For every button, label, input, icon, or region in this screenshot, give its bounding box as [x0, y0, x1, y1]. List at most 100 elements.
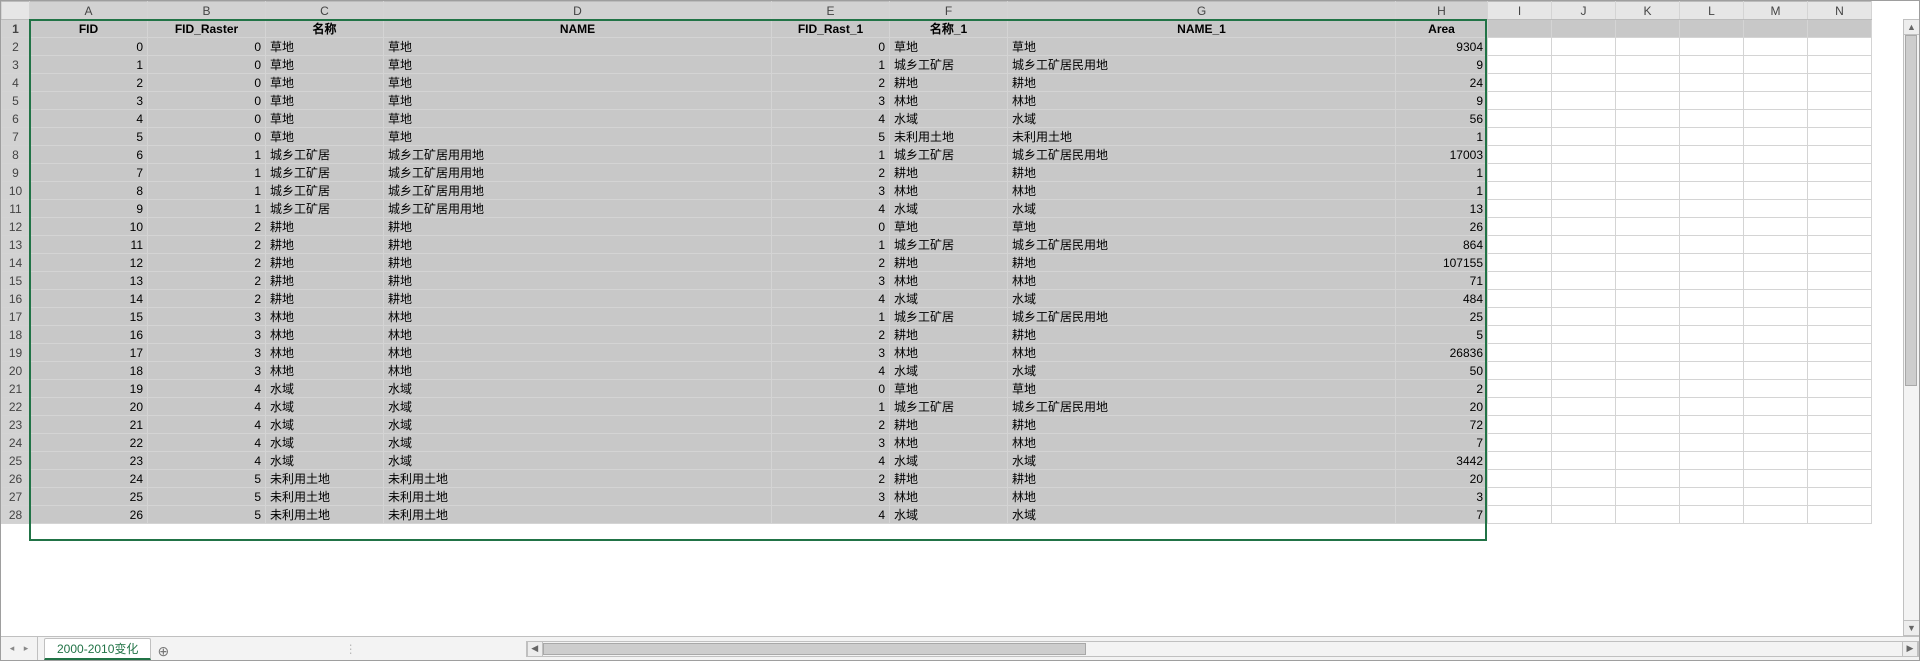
cell[interactable]: 未利用土地 — [384, 470, 772, 488]
cell[interactable]: 林地 — [1008, 272, 1396, 290]
cell[interactable]: 未利用土地 — [266, 506, 384, 524]
cell-empty[interactable] — [1488, 434, 1552, 452]
cell-empty[interactable] — [1680, 110, 1744, 128]
cell[interactable]: 城乡工矿居 — [266, 200, 384, 218]
cell-empty[interactable] — [1488, 200, 1552, 218]
cell[interactable]: 9 — [30, 200, 148, 218]
cell-empty[interactable] — [1616, 326, 1680, 344]
grid-row[interactable]: 13112耕地耕地1城乡工矿居城乡工矿居民用地864 — [2, 236, 1872, 254]
cell-empty[interactable] — [1744, 254, 1808, 272]
cell[interactable]: 864 — [1396, 236, 1488, 254]
cell[interactable]: 2 — [30, 74, 148, 92]
cell[interactable]: FID_Raster — [148, 20, 266, 38]
grid-row[interactable]: 750草地草地5未利用土地未利用土地1 — [2, 128, 1872, 146]
cell[interactable]: 4 — [772, 506, 890, 524]
cell[interactable]: 9 — [1396, 92, 1488, 110]
cell[interactable]: 耕地 — [266, 290, 384, 308]
cell-empty[interactable] — [1808, 254, 1872, 272]
cell[interactable]: 城乡工矿居 — [890, 398, 1008, 416]
cell-empty[interactable] — [1680, 362, 1744, 380]
row-header[interactable]: 17 — [2, 308, 30, 326]
cell-empty[interactable] — [1680, 92, 1744, 110]
cell[interactable]: 0 — [148, 56, 266, 74]
cell[interactable]: 草地 — [266, 110, 384, 128]
col-header-L[interactable]: L — [1680, 2, 1744, 20]
cell-empty[interactable] — [1488, 416, 1552, 434]
cell-empty[interactable] — [1744, 488, 1808, 506]
cell[interactable]: 0 — [148, 38, 266, 56]
cell-empty[interactable] — [1680, 434, 1744, 452]
cell[interactable]: 7 — [1396, 434, 1488, 452]
cell[interactable]: 未利用土地 — [384, 488, 772, 506]
cell-empty[interactable] — [1488, 470, 1552, 488]
cell[interactable]: 耕地 — [890, 164, 1008, 182]
cell-empty[interactable] — [1488, 452, 1552, 470]
cell-empty[interactable] — [1808, 164, 1872, 182]
cell[interactable]: 1 — [1396, 128, 1488, 146]
cell-empty[interactable] — [1552, 362, 1616, 380]
cell[interactable]: 城乡工矿居用用地 — [384, 164, 772, 182]
cell-empty[interactable] — [1680, 128, 1744, 146]
cell[interactable]: 21 — [30, 416, 148, 434]
cell-empty[interactable] — [1744, 272, 1808, 290]
cell-empty[interactable] — [1552, 452, 1616, 470]
cell[interactable]: 5 — [148, 506, 266, 524]
cell[interactable]: 水域 — [384, 416, 772, 434]
cell-empty[interactable] — [1680, 236, 1744, 254]
cell[interactable]: 水域 — [1008, 290, 1396, 308]
cell[interactable]: 3 — [148, 344, 266, 362]
cell-empty[interactable] — [1744, 506, 1808, 524]
col-header-I[interactable]: I — [1488, 2, 1552, 20]
cell-empty[interactable] — [1680, 200, 1744, 218]
cell[interactable]: 25 — [30, 488, 148, 506]
cell-empty[interactable] — [1744, 200, 1808, 218]
cell-empty[interactable] — [1488, 56, 1552, 74]
cell[interactable]: 林地 — [266, 308, 384, 326]
cell[interactable]: 13 — [1396, 200, 1488, 218]
cell[interactable]: 未利用土地 — [1008, 128, 1396, 146]
cell[interactable]: 林地 — [890, 434, 1008, 452]
row-header[interactable]: 25 — [2, 452, 30, 470]
cell[interactable]: 草地 — [266, 128, 384, 146]
grid-row[interactable]: 420草地草地2耕地耕地24 — [2, 74, 1872, 92]
cell-empty[interactable] — [1680, 56, 1744, 74]
cell-empty[interactable] — [1808, 416, 1872, 434]
cell[interactable]: 草地 — [384, 38, 772, 56]
cell[interactable]: 草地 — [384, 74, 772, 92]
cell[interactable]: 未利用土地 — [266, 470, 384, 488]
cell[interactable]: 城乡工矿居用用地 — [384, 146, 772, 164]
cell-empty[interactable] — [1552, 38, 1616, 56]
cell[interactable]: 1 — [30, 56, 148, 74]
cell[interactable]: 1 — [148, 182, 266, 200]
cell[interactable]: 2 — [148, 272, 266, 290]
cell[interactable]: 2 — [772, 74, 890, 92]
cell[interactable]: 10 — [30, 218, 148, 236]
cell[interactable]: 26 — [1396, 218, 1488, 236]
cell-empty[interactable] — [1744, 470, 1808, 488]
cell[interactable]: 林地 — [384, 362, 772, 380]
cell[interactable]: 城乡工矿居用用地 — [384, 182, 772, 200]
cell[interactable]: 水域 — [890, 110, 1008, 128]
cell[interactable]: 城乡工矿居 — [266, 164, 384, 182]
cell[interactable]: 0 — [148, 128, 266, 146]
cell[interactable]: 3 — [772, 344, 890, 362]
cell-empty[interactable] — [1744, 290, 1808, 308]
cell[interactable]: 耕地 — [890, 326, 1008, 344]
scroll-up-arrow-icon[interactable]: ▲ — [1904, 19, 1919, 35]
row-header[interactable]: 15 — [2, 272, 30, 290]
row-header[interactable]: 21 — [2, 380, 30, 398]
cell[interactable]: 0 — [148, 74, 266, 92]
cell-empty[interactable] — [1808, 434, 1872, 452]
cell[interactable]: 1 — [772, 398, 890, 416]
cell[interactable]: 水域 — [266, 416, 384, 434]
row-header[interactable]: 13 — [2, 236, 30, 254]
cell[interactable]: 50 — [1396, 362, 1488, 380]
cell-empty[interactable] — [1744, 74, 1808, 92]
cell-empty[interactable] — [1552, 182, 1616, 200]
cell[interactable]: 林地 — [890, 182, 1008, 200]
cell[interactable]: 7 — [30, 164, 148, 182]
row-header[interactable]: 2 — [2, 38, 30, 56]
cell-empty[interactable] — [1680, 344, 1744, 362]
cell-empty[interactable] — [1744, 344, 1808, 362]
cell[interactable]: 林地 — [266, 362, 384, 380]
